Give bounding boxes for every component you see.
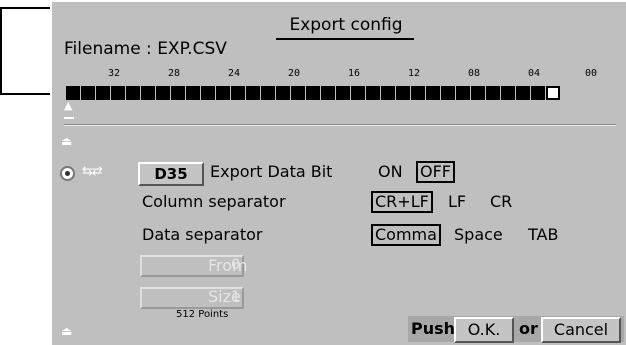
tick-label: 24: [228, 68, 241, 79]
bit-cell[interactable]: [246, 86, 260, 100]
bit-cell[interactable]: [441, 86, 455, 100]
tick-label: 08: [468, 68, 481, 79]
or-label: or: [519, 319, 538, 338]
option-cr-lf[interactable]: CR+LF: [371, 191, 433, 213]
tick-label: 12: [408, 68, 421, 79]
points-note: 512 Points: [176, 309, 229, 320]
dialog-title: Export config: [289, 15, 403, 35]
bit-cell[interactable]: [366, 86, 380, 100]
ok-button[interactable]: O.K.: [454, 317, 514, 343]
option-off[interactable]: OFF: [416, 161, 455, 183]
bit-cell[interactable]: [516, 86, 530, 100]
option-on[interactable]: ON: [378, 162, 403, 181]
bit-cell[interactable]: [126, 86, 140, 100]
tick-label: 16: [348, 68, 361, 79]
bit-cell[interactable]: [201, 86, 215, 100]
option-comma[interactable]: Comma: [371, 224, 441, 246]
bit-cell[interactable]: [96, 86, 110, 100]
cancel-button[interactable]: Cancel: [541, 317, 621, 343]
bit-cell[interactable]: [66, 86, 80, 100]
divider-highlight: [64, 125, 616, 126]
bit-cell[interactable]: [531, 86, 545, 100]
bit-cell[interactable]: [396, 86, 410, 100]
bit-cell[interactable]: [216, 86, 230, 100]
pointer-underline: [64, 117, 74, 119]
bit-cell[interactable]: [231, 86, 245, 100]
column-separator-label: Column separator: [142, 192, 286, 211]
bit-cell[interactable]: [261, 86, 275, 100]
bit-cell[interactable]: [381, 86, 395, 100]
bit-cell[interactable]: [471, 86, 485, 100]
bit-cell[interactable]: [321, 86, 335, 100]
bit-cell[interactable]: [171, 86, 185, 100]
filename-label: Filename : EXP.CSV: [64, 39, 227, 59]
export-data-bit-label: Export Data Bit: [210, 162, 333, 181]
bit-cell[interactable]: [276, 86, 290, 100]
up-arrow-icon: ▲: [64, 99, 73, 112]
cursor-mark-icon: ⏏: [61, 324, 73, 338]
bit-cell[interactable]: [141, 86, 155, 100]
bit-cell[interactable]: [426, 86, 440, 100]
radio-selected-icon[interactable]: [60, 166, 75, 181]
leader-line-vertical: [0, 7, 2, 95]
leader-line-bottom: [0, 93, 56, 95]
tick-label: 20: [288, 68, 301, 79]
from-label: From: [208, 256, 248, 275]
bit-cell[interactable]: [351, 86, 365, 100]
bit-cell[interactable]: [186, 86, 200, 100]
option-tab[interactable]: TAB: [528, 225, 558, 244]
bit-cell[interactable]: [456, 86, 470, 100]
push-label: Push: [411, 319, 456, 338]
device-field[interactable]: D35: [138, 162, 204, 186]
leader-line-top: [0, 7, 54, 9]
bit-cell[interactable]: [306, 86, 320, 100]
export-config-dialog: Export config Filename : EXP.CSV 32 28 2…: [50, 0, 626, 345]
option-lf[interactable]: LF: [448, 192, 466, 211]
cursor-mark-icon: ⏏: [61, 134, 73, 148]
bit-cell[interactable]: [411, 86, 425, 100]
data-separator-label: Data separator: [142, 225, 263, 244]
size-label: Size: [208, 287, 241, 306]
bit-cell[interactable]: [336, 86, 350, 100]
bit-cell[interactable]: [291, 86, 305, 100]
tick-label: 04: [528, 68, 541, 79]
bit-cell[interactable]: [156, 86, 170, 100]
option-cr[interactable]: CR: [490, 192, 512, 211]
bit-cell[interactable]: [111, 86, 125, 100]
title-underline: [276, 38, 414, 40]
bit-cell[interactable]: [546, 86, 560, 100]
tick-label: 00: [585, 68, 598, 79]
swap-arrows-icon[interactable]: ⇆⇄: [82, 164, 103, 179]
bit-selector-row[interactable]: [66, 86, 560, 100]
bit-cell[interactable]: [501, 86, 515, 100]
tick-label: 32: [108, 68, 121, 79]
bit-cell[interactable]: [81, 86, 95, 100]
tick-label: 28: [168, 68, 181, 79]
option-space[interactable]: Space: [454, 225, 503, 244]
bit-cell[interactable]: [486, 86, 500, 100]
